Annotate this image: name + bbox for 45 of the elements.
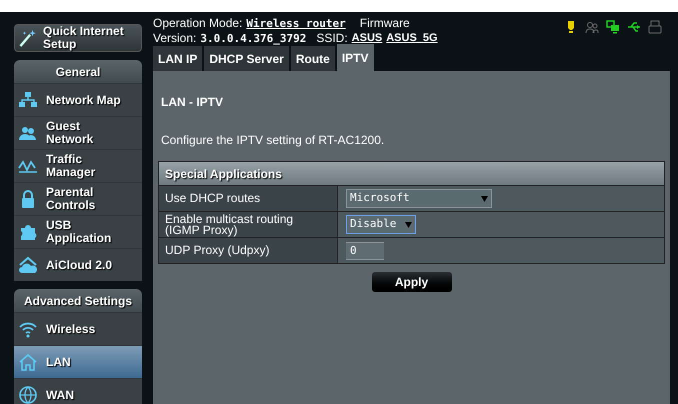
tab[interactable]: DHCP Server: [204, 46, 289, 71]
menu-item[interactable]: Parental Controls: [14, 183, 142, 215]
tab[interactable]: IPTV: [336, 44, 374, 71]
dropdown[interactable]: Disable: [346, 215, 416, 234]
menu-section-title: Advanced Settings: [14, 289, 142, 312]
menu-item[interactable]: USB Application: [14, 216, 142, 248]
puzzle-icon: [18, 222, 38, 242]
menu-item[interactable]: Wireless: [14, 313, 142, 345]
ssid-label: SSID:: [316, 31, 348, 46]
setting-label: UDP Proxy (Udpxy): [159, 238, 338, 263]
house-icon: [18, 352, 38, 372]
version-value: 3.0.0.4.376_3792: [200, 31, 306, 46]
setting-label: Use DHCP routes: [159, 186, 338, 211]
menu-item[interactable]: WAN: [14, 379, 142, 404]
dropdown[interactable]: Microsoft: [346, 189, 492, 208]
input-field[interactable]: 0: [346, 242, 384, 260]
tab[interactable]: Route: [290, 46, 335, 71]
caret-icon: [405, 222, 412, 228]
menu-item[interactable]: Traffic Manager: [14, 150, 142, 182]
quick-setup-button[interactable]: Quick Internet Setup: [14, 24, 142, 52]
printer-icon[interactable]: [648, 20, 662, 34]
table-title: Special Applications: [159, 162, 664, 185]
firmware-label: Firmware: [360, 16, 410, 31]
tab[interactable]: LAN IP: [153, 46, 202, 71]
globe-icon: [18, 385, 38, 404]
usb-icon[interactable]: [627, 20, 641, 34]
menu-item[interactable]: LAN: [14, 346, 142, 378]
menu-item[interactable]: Guest Network: [14, 117, 142, 149]
page-title: LAN - IPTV: [160, 94, 224, 111]
network-icon: [18, 90, 38, 110]
cloud-house-icon: [18, 255, 38, 275]
ssid-link[interactable]: ASUS_5G: [386, 31, 438, 46]
operation-mode-link[interactable]: Wireless router: [246, 16, 346, 31]
menu-section-title: General: [14, 60, 142, 83]
version-label: Version:: [153, 31, 196, 46]
ssid-link[interactable]: ASUS: [352, 31, 382, 46]
people-icon[interactable]: [585, 20, 599, 34]
menu-item[interactable]: AiCloud 2.0: [14, 249, 142, 281]
page-description: Configure the IPTV setting of RT-AC1200.: [160, 132, 386, 149]
apply-button[interactable]: Apply: [372, 272, 452, 292]
monitors-icon[interactable]: [606, 20, 620, 34]
operation-mode-label: Operation Mode:: [153, 16, 242, 31]
setting-label: Enable multicast routing (IGMP Proxy): [159, 212, 338, 237]
menu-item[interactable]: Network Map: [14, 84, 142, 116]
caret-icon: [481, 196, 488, 202]
